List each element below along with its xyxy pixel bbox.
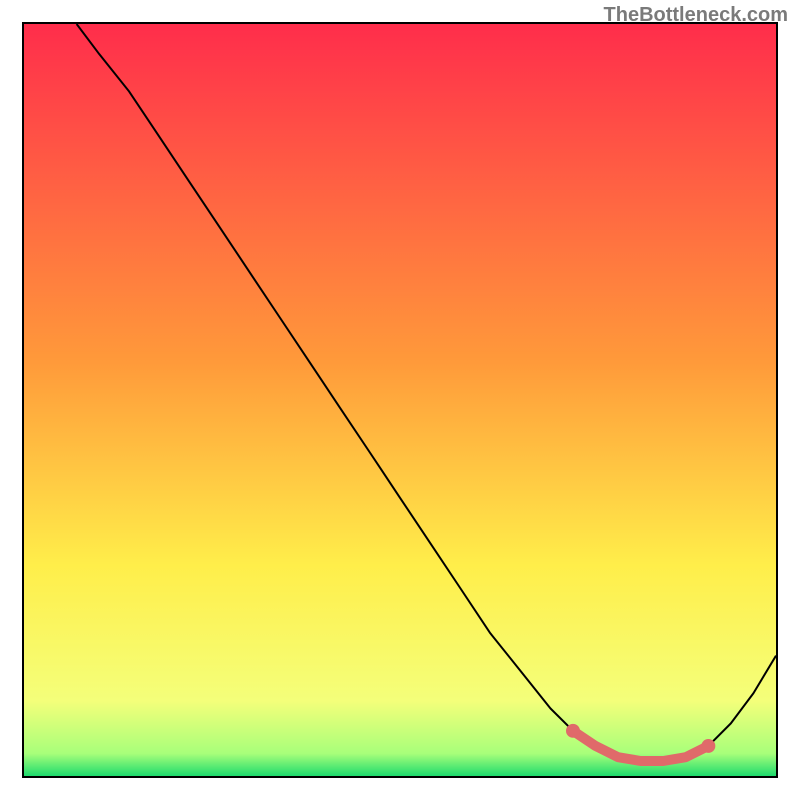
highlight-dot — [566, 724, 580, 738]
chart-svg — [24, 24, 776, 776]
chart-axes-frame — [22, 22, 778, 778]
highlight-dot — [701, 739, 715, 753]
gradient-background — [24, 24, 776, 776]
watermark-text: TheBottleneck.com — [604, 4, 788, 27]
